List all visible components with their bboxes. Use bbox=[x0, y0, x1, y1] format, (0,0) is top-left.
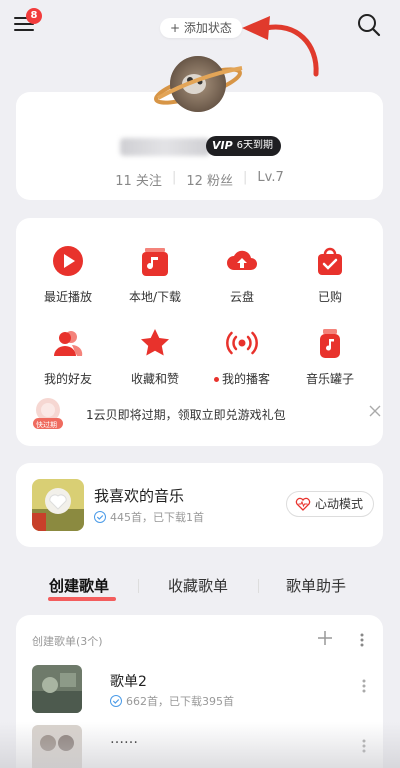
profile-stats: 11 关注 | 12 粉丝 | Lv.7 bbox=[115, 170, 284, 189]
downloaded-check-icon bbox=[94, 511, 106, 523]
podcast-icon bbox=[226, 331, 258, 355]
created-playlists-header: 创建歌单(3个) bbox=[32, 635, 103, 648]
liked-music-card[interactable]: 我喜欢的音乐 445首，已下载1首 心动模式 bbox=[16, 463, 383, 547]
add-icon[interactable] bbox=[318, 631, 332, 645]
followers-count[interactable]: 12 粉丝 bbox=[186, 170, 233, 189]
more-icon[interactable] bbox=[362, 679, 366, 693]
friends-icon bbox=[54, 331, 83, 356]
expiring-badge: 快过期 bbox=[36, 421, 57, 429]
liked-music-stats: 445首，已下载1首 bbox=[110, 511, 204, 524]
bottom-overlay bbox=[0, 722, 400, 768]
tab-created-playlists[interactable]: 创建歌单 bbox=[49, 575, 109, 596]
playlist-cover bbox=[32, 665, 82, 713]
level-label[interactable]: Lv.7 bbox=[257, 170, 283, 189]
grid-item-purchased[interactable]: 已购 bbox=[290, 244, 370, 305]
tab-playlist-assistant[interactable]: 歌单助手 bbox=[286, 575, 346, 596]
heart-mode-button[interactable]: 心动模式 bbox=[286, 491, 375, 517]
more-icon[interactable] bbox=[360, 633, 364, 647]
close-icon[interactable] bbox=[368, 404, 382, 418]
grid-item-my-podcast[interactable]: 我的播客 bbox=[202, 326, 282, 387]
grid-item-recent-play[interactable]: 最近播放 bbox=[28, 244, 108, 305]
new-dot bbox=[213, 377, 219, 382]
playlist-stats: 662首，已下载395首 bbox=[126, 695, 234, 708]
red-arrow-icon bbox=[242, 16, 319, 77]
grid-item-favorites-likes[interactable]: 收藏和赞 bbox=[115, 326, 195, 387]
shopping-bag-icon bbox=[318, 247, 342, 275]
star-icon bbox=[141, 329, 169, 356]
playlist-row[interactable]: 歌单2 662首，已下载395首 bbox=[32, 665, 372, 713]
play-icon bbox=[53, 246, 83, 276]
grid-item-friends[interactable]: 我的好友 bbox=[28, 326, 108, 387]
nickname-blurred bbox=[120, 138, 210, 156]
search-icon[interactable] bbox=[356, 12, 382, 38]
liked-music-cover bbox=[32, 479, 84, 531]
notification-badge: 8 bbox=[26, 8, 42, 24]
top-bar: 8 + 添加状态 bbox=[0, 0, 400, 77]
music-file-icon bbox=[142, 248, 168, 276]
vip-badge[interactable]: VIP 6天到期 bbox=[206, 136, 282, 156]
grid-item-cloud-disk[interactable]: 云盘 bbox=[202, 244, 282, 305]
add-status-button[interactable]: + 添加状态 bbox=[160, 18, 242, 38]
promo-banner[interactable]: 快过期 1云贝即将过期，领取立即兑游戏礼包 bbox=[32, 396, 381, 430]
quick-access-card: 最近播放 本地/下载 云盘 已购 我的好友 收藏和赞 我的播客 音乐罐子 快过期… bbox=[16, 218, 383, 446]
avatar[interactable] bbox=[150, 46, 246, 124]
active-tab-indicator bbox=[48, 597, 116, 601]
playlist-title: 歌单2 bbox=[110, 674, 147, 690]
liked-music-title: 我喜欢的音乐 bbox=[94, 487, 185, 505]
promo-text: 1云贝即将过期，领取立即兑游戏礼包 bbox=[86, 408, 286, 422]
grid-item-local-download[interactable]: 本地/下载 bbox=[115, 244, 195, 305]
grid-item-music-jar[interactable]: 音乐罐子 bbox=[290, 326, 370, 387]
downloaded-check-icon bbox=[110, 695, 122, 707]
cloud-upload-icon bbox=[227, 250, 257, 270]
music-jar-icon bbox=[320, 329, 340, 358]
playlist-tabs: 创建歌单 收藏歌单 歌单助手 bbox=[0, 565, 400, 605]
heart-pulse-icon bbox=[295, 497, 311, 511]
following-count[interactable]: 11 关注 bbox=[115, 170, 162, 189]
tab-collected-playlists[interactable]: 收藏歌单 bbox=[168, 575, 228, 596]
